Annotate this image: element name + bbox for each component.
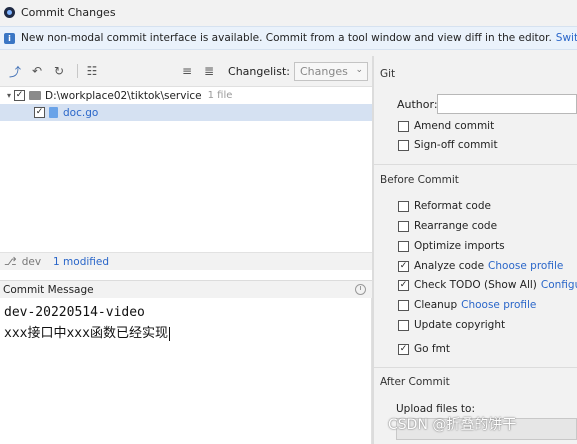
go-fmt-label: Go fmt <box>414 343 450 355</box>
tree-root-row[interactable]: ▾ ✓ D:\workplace02\tiktok\service 1 file <box>0 87 372 104</box>
chevron-down-icon[interactable]: ▾ <box>4 91 14 100</box>
author-input[interactable] <box>437 94 577 114</box>
optimize-imports-option[interactable]: Optimize imports <box>398 240 505 252</box>
git-section-title: Git <box>380 68 396 80</box>
window-title: Commit Changes <box>21 5 116 19</box>
collapse-all-icon[interactable]: ≣ <box>200 62 218 80</box>
info-icon: i <box>4 32 15 44</box>
modified-count-link[interactable]: 1 modified <box>53 256 109 268</box>
commit-message-line-text: xxx接口中xxx函数已经实现 <box>4 326 168 341</box>
group-by-icon[interactable]: ☷ <box>83 62 101 80</box>
cleanup-label: Cleanup <box>414 299 458 311</box>
optimize-imports-label: Optimize imports <box>414 240 505 252</box>
update-copyright-label: Update copyright <box>414 319 506 331</box>
changelist-dropdown[interactable]: Changes ⌄ <box>294 61 368 81</box>
cleanup-choose-profile-link[interactable]: Choose profile <box>461 299 536 311</box>
file-name: doc.go <box>63 106 99 119</box>
go-fmt-option[interactable]: ✓ Go fmt <box>398 343 450 355</box>
text-caret <box>168 326 170 341</box>
commit-options-panel: Git Author: Amend commit Sign-off commit… <box>374 56 577 444</box>
rearrange-code-label: Rearrange code <box>414 220 498 232</box>
before-commit-section-title: Before Commit <box>380 174 459 186</box>
notification-banner: i New non-modal commit interface is avai… <box>0 26 577 50</box>
changelist-label: Changelist: <box>228 64 290 78</box>
cleanup-checkbox[interactable] <box>398 299 409 311</box>
rearrange-code-checkbox[interactable] <box>398 220 409 232</box>
check-todo-label: Check TODO (Show All) <box>414 279 537 291</box>
move-to-changelist-icon[interactable]: ⤴ <box>6 62 24 80</box>
branch-icon: ⎇ <box>4 255 17 268</box>
app-icon <box>4 6 15 18</box>
optimize-imports-checkbox[interactable] <box>398 240 409 252</box>
go-fmt-checkbox[interactable]: ✓ <box>398 343 409 355</box>
title-bar: Commit Changes <box>0 0 577 24</box>
amend-commit-checkbox[interactable] <box>398 120 409 132</box>
analyze-choose-profile-link[interactable]: Choose profile <box>488 260 563 272</box>
check-todo-option[interactable]: ✓ Check TODO (Show All) Configure <box>398 279 577 291</box>
section-divider <box>374 164 577 165</box>
folder-icon <box>29 91 41 100</box>
commit-message-header: Commit Message <box>0 280 372 298</box>
branch-status-bar: ⎇ dev 1 modified <box>0 252 372 270</box>
changes-toolbar: ⤴ ↶ ↻ ☷ ≡ ≣ Changelist: Changes ⌄ <box>0 56 372 86</box>
changelist-value: Changes <box>300 64 348 78</box>
reformat-code-checkbox[interactable] <box>398 200 409 212</box>
changes-panel: ⤴ ↶ ↻ ☷ ≡ ≣ Changelist: Changes ⌄ ▾ ✓ D:… <box>0 56 372 444</box>
check-todo-checkbox[interactable]: ✓ <box>398 279 409 291</box>
author-label: Author: <box>397 98 438 111</box>
update-copyright-checkbox[interactable] <box>398 319 409 331</box>
reformat-code-option[interactable]: Reformat code <box>398 200 491 212</box>
reformat-code-label: Reformat code <box>414 200 491 212</box>
branch-name: dev <box>21 255 42 268</box>
banner-text: New non-modal commit interface is availa… <box>21 32 552 44</box>
toolbar-separator <box>77 64 78 78</box>
commit-message-label: Commit Message <box>3 283 94 296</box>
analyze-code-label: Analyze code <box>414 260 485 272</box>
section-divider <box>374 367 577 368</box>
root-checkbox[interactable]: ✓ <box>14 90 25 101</box>
cleanup-option[interactable]: Cleanup Choose profile <box>398 299 536 311</box>
amend-commit-option[interactable]: Amend commit <box>398 120 494 132</box>
rearrange-code-option[interactable]: Rearrange code <box>398 220 497 232</box>
watermark: CSDN @折叠的饼干 <box>388 417 517 433</box>
expand-all-icon[interactable]: ≡ <box>178 62 196 80</box>
tree-file-row[interactable]: ✓ doc.go <box>0 104 372 121</box>
signoff-commit-checkbox[interactable] <box>398 139 409 151</box>
root-path: D:\workplace02\tiktok\service <box>45 89 202 102</box>
commit-message-editor[interactable]: dev-20220514-video xxx接口中xxx函数已经实现 <box>0 298 372 444</box>
signoff-commit-label: Sign-off commit <box>414 139 498 151</box>
amend-commit-label: Amend commit <box>414 120 495 132</box>
rollback-icon[interactable]: ↶ <box>28 62 46 80</box>
analyze-code-option[interactable]: ✓ Analyze code Choose profile <box>398 260 563 272</box>
update-copyright-option[interactable]: Update copyright <box>398 319 505 331</box>
root-file-count: 1 file <box>207 90 233 101</box>
commit-message-line: xxx接口中xxx函数已经实现 <box>4 323 367 344</box>
after-commit-section-title: After Commit <box>380 376 450 388</box>
history-clock-icon[interactable] <box>355 284 366 295</box>
go-file-icon <box>49 107 58 118</box>
signoff-commit-option[interactable]: Sign-off commit <box>398 139 498 151</box>
analyze-code-checkbox[interactable]: ✓ <box>398 260 409 272</box>
commit-message-line: dev-20220514-video <box>4 305 145 320</box>
todo-configure-link[interactable]: Configure <box>541 279 577 291</box>
switch-to-tool-window-link[interactable]: Switch to tool wi <box>556 32 577 44</box>
chevron-down-icon: ⌄ <box>355 64 363 75</box>
refresh-icon[interactable]: ↻ <box>50 62 68 80</box>
file-checkbox[interactable]: ✓ <box>34 107 45 118</box>
